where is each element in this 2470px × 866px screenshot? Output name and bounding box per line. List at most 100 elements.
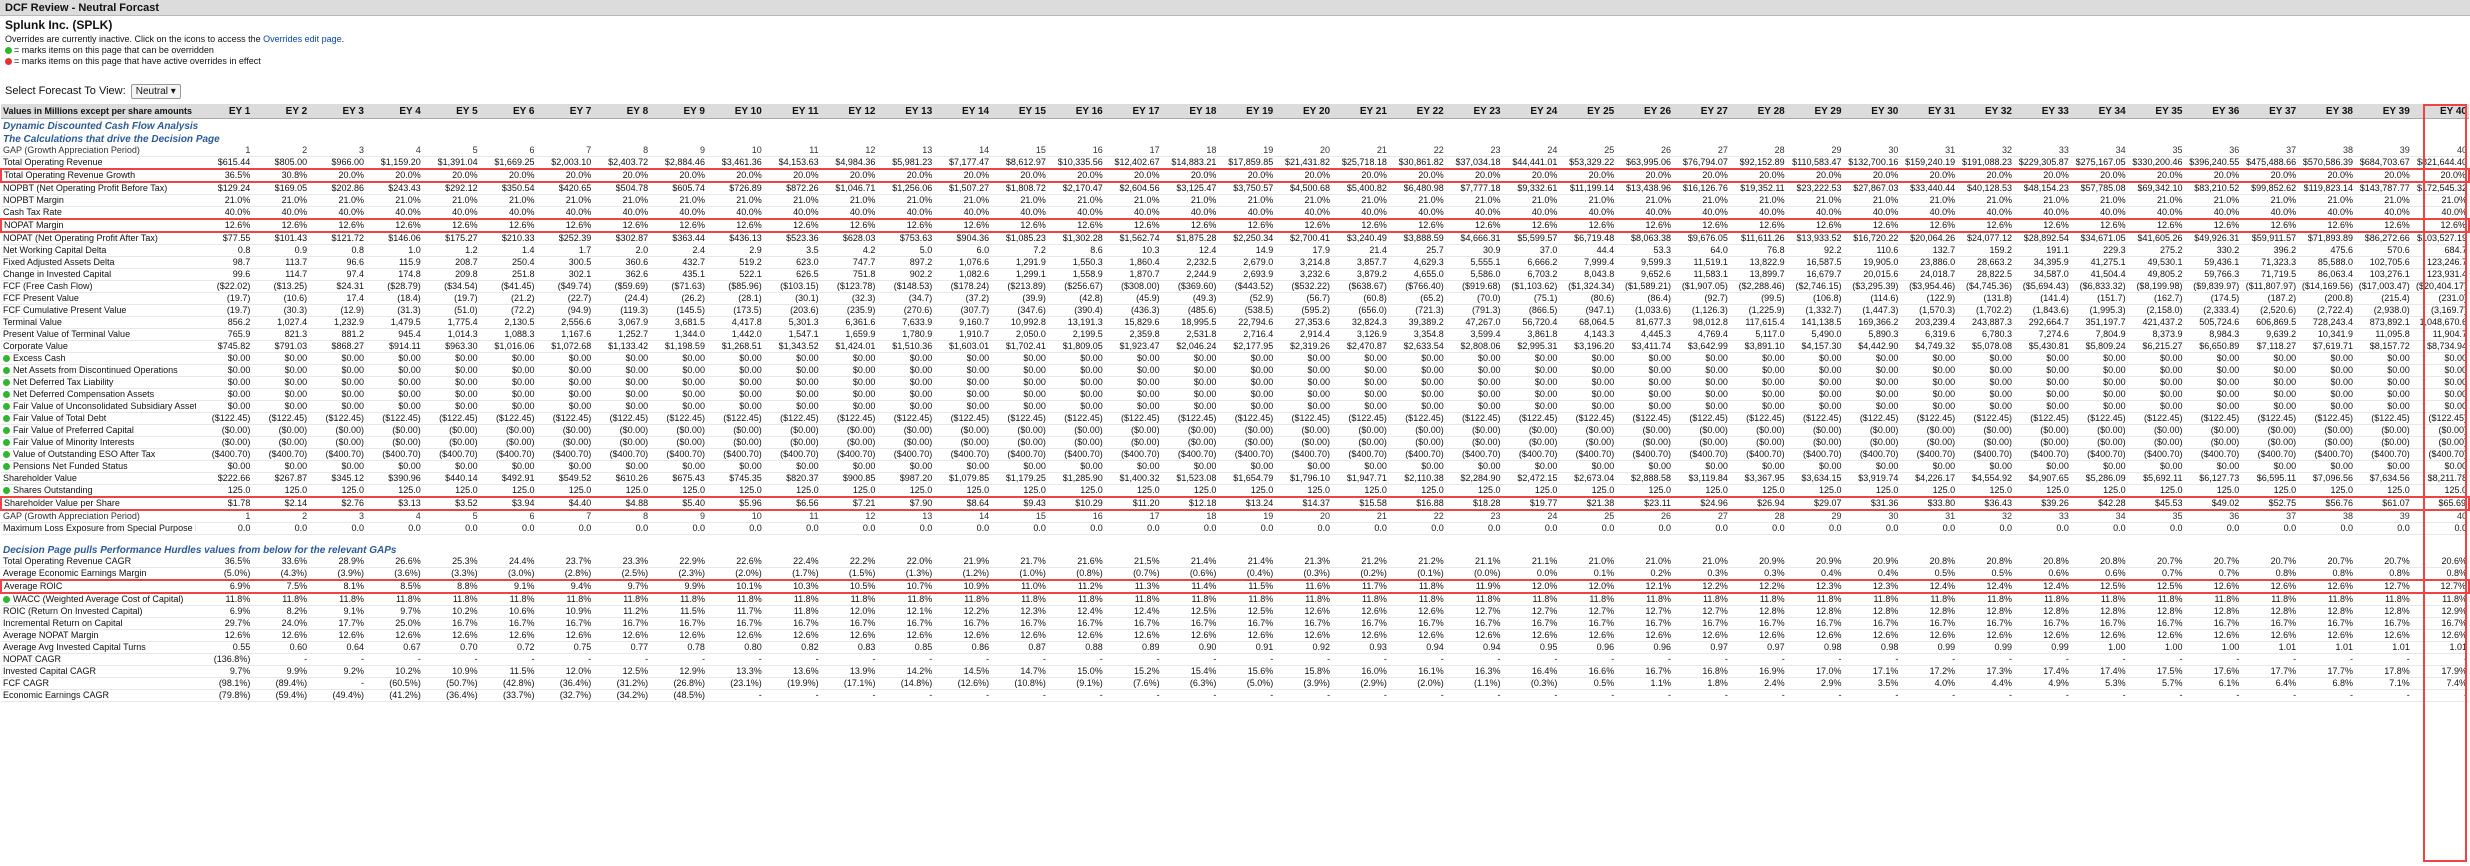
override-dot-icon[interactable] [3,355,10,362]
override-dot-icon[interactable] [3,487,10,494]
value-cell: $0.00 [2354,460,2412,473]
value-cell: 12.7% [1616,605,1674,618]
value-cell: 16.8% [1673,665,1730,678]
value-cell: ($0.00) [2354,436,2412,449]
value-cell: 6,703.2 [1502,268,1560,281]
value-cell: 16.7% [2298,617,2355,630]
override-dot-icon[interactable] [3,415,10,422]
red-legend: = marks items on this page that have act… [5,56,261,67]
table-row: Net Working Capital Delta 0.8 0.9 0.8 1.0 1.2… [1,244,2469,257]
override-dot-icon[interactable] [3,427,10,434]
row-label: Fair Value of Preferred Capital [1,424,196,437]
value-cell: 209.8 [422,268,480,281]
value-cell: 16.7% [479,617,537,630]
value-cell: $0.00 [650,388,707,401]
table-row: NOPAT Margin 12.6% 12.6% 12.6% 12.6% 12.6% 12.… [0,218,2470,233]
value-cell: 21.0% [2411,194,2469,207]
value-cell: 40.0% [1502,206,1560,220]
value-cell: 16.7% [2014,617,2071,630]
override-dot-icon[interactable] [3,391,10,398]
value-cell: ($122.45) [706,412,764,425]
override-dot-icon[interactable] [3,379,10,386]
value-cell: 12.5% [2127,579,2185,594]
row-label-text: NOPAT (Net Operating Profit After Tax) [3,233,158,243]
value-cell: 12.7% [1445,605,1503,618]
value-cell: 1,027.4 [252,316,310,329]
value-cell: 0.0 [195,522,253,535]
value-cell: 28 [1729,510,1787,523]
value-cell: $0.00 [309,376,366,389]
column-header: EY 38 [2298,104,2355,119]
value-cell: $0.00 [2127,388,2185,401]
value-cell: 71,719.5 [2241,268,2299,281]
value-cell: 12.6% [1388,629,1446,642]
value-cell: 99.6 [195,268,253,281]
value-cell: 15.4% [1161,665,1219,678]
value-cell: ($122.45) [252,412,310,425]
value-cell: 17.9% [2411,665,2469,678]
value-cell: ($256.67) [1047,280,1105,293]
value-cell: 11.8% [706,593,764,606]
value-cell: 12.8% [1900,605,1958,618]
override-dot-icon[interactable] [3,463,10,470]
value-cell: 15.6% [1218,665,1276,678]
value-cell: 4.4% [1957,677,2014,690]
value-cell: 13 [877,510,935,523]
value-cell: $0.00 [2014,376,2071,389]
section-heading: The Calculations that drive the Decision… [1,132,2469,145]
value-cell: 11.8% [536,593,594,606]
value-cell: $0.00 [991,376,1048,389]
value-cell: 0.3% [1729,567,1787,581]
override-dot-icon[interactable] [3,367,10,374]
value-cell: $0.00 [1161,400,1219,413]
value-cell: 37 [2241,145,2299,157]
value-cell: 1,252.7 [593,328,651,341]
override-dot-icon[interactable] [3,439,10,446]
overrides-edit-link[interactable]: Overrides edit page [263,34,342,44]
value-cell: (50.7%) [422,677,480,690]
value-cell: (1,126.3) [1673,304,1730,317]
override-dot-icon[interactable] [3,403,10,410]
value-cell: 6.0 [934,244,992,257]
value-cell: $0.00 [479,364,537,377]
forecast-select[interactable]: Neutral ▾ [130,84,181,99]
value-cell: ($0.00) [536,424,594,437]
value-cell: $3.13 [365,496,423,511]
row-label: Average Economic Earnings Margin [1,567,196,581]
value-cell: ($0.00) [422,436,480,449]
value-cell: 11.8% [2127,593,2185,606]
value-cell: $5,599.57 [1502,232,1560,245]
value-cell: $1,179.25 [991,472,1048,485]
value-cell: $12.18 [1161,496,1219,511]
value-cell: $0.00 [309,460,366,473]
value-cell: $1,016.06 [479,340,537,353]
value-cell: (122.9) [1900,292,1958,305]
value-cell: 0.0 [2127,522,2185,535]
value-cell: ($178.24) [934,280,992,293]
value-cell: ($1,324.34) [1559,280,1617,293]
value-cell: 4,655.0 [1388,268,1446,281]
override-dot-icon[interactable] [3,596,10,603]
value-cell: - [763,653,821,666]
override-dot-icon[interactable] [3,451,10,458]
value-cell: ($919.68) [1445,280,1503,293]
value-cell: $5,078.08 [1957,340,2014,353]
value-cell: ($122.45) [1275,412,1333,425]
value-cell: ($0.00) [2127,436,2185,449]
value-cell: 1,547.1 [763,328,821,341]
value-cell: $2,888.58 [1616,472,1674,485]
value-cell: 21.0% [991,194,1048,207]
value-cell: $0.00 [877,388,935,401]
value-cell: 125.0 [1388,484,1446,498]
value-cell: 12.6% [877,218,935,233]
row-label: Fair Value of Total Debt [1,412,196,425]
value-cell: ($400.70) [2070,448,2128,461]
value-cell: 1,082.6 [934,268,992,281]
value-cell: ($400.70) [2354,448,2412,461]
row-label-text: FCF (Free Cash Flow) [3,281,93,291]
value-cell: $243.43 [365,182,423,195]
row-label-text: Average Avg Invested Capital Turns [3,642,146,652]
row-label-text: Excess Cash [13,353,66,363]
value-cell: ($0.00) [1957,436,2014,449]
value-cell: $0.00 [2184,352,2242,365]
